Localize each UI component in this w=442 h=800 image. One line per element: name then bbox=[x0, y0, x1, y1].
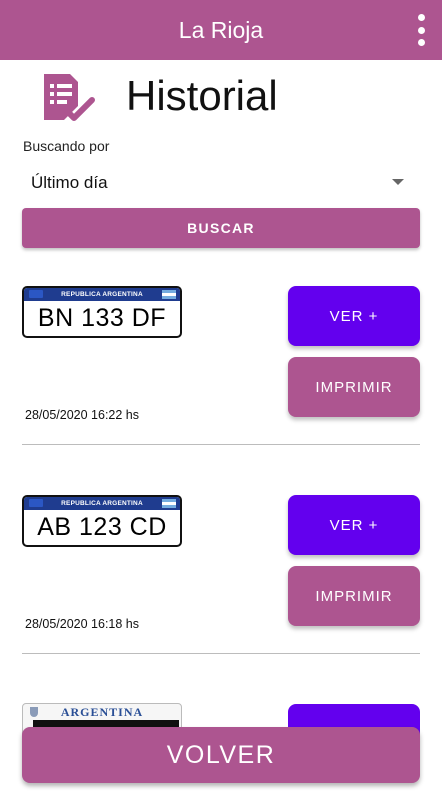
plate-country-label: ARGENTINA bbox=[60, 705, 144, 719]
argentina-flag-icon bbox=[162, 499, 176, 508]
period-select-value: Último día bbox=[31, 173, 108, 192]
plate-band: REPUBLICA ARGENTINA bbox=[24, 497, 180, 510]
print-button[interactable]: IMPRIMIR bbox=[288, 566, 420, 626]
dropdown-arrow-icon bbox=[392, 179, 404, 185]
history-entry: REPUBLICA ARGENTINA AB 123 CD 28/05/2020… bbox=[0, 495, 442, 705]
checklist-document-icon bbox=[44, 74, 95, 121]
license-plate: REPUBLICA ARGENTINA AB 123 CD bbox=[22, 495, 182, 547]
print-button[interactable]: IMPRIMIR bbox=[288, 357, 420, 417]
plate-band: REPUBLICA ARGENTINA bbox=[24, 288, 180, 301]
page-title: Historial bbox=[126, 72, 278, 119]
divider bbox=[22, 444, 420, 445]
search-button[interactable]: BUSCAR bbox=[22, 208, 420, 248]
divider bbox=[22, 653, 420, 654]
app-title: La Rioja bbox=[178, 16, 264, 43]
more-vert-icon[interactable] bbox=[414, 14, 428, 46]
entry-date: 28/05/2020 16:22 hs bbox=[25, 408, 139, 422]
plate-number: BN 133 DF bbox=[37, 304, 167, 332]
back-button[interactable]: VOLVER bbox=[22, 727, 420, 783]
mercosur-logo-icon bbox=[29, 290, 43, 298]
argentina-flag-icon bbox=[162, 290, 176, 299]
page-header: Historial bbox=[0, 62, 442, 134]
license-plate: REPUBLICA ARGENTINA BN 133 DF bbox=[22, 286, 182, 338]
entry-date: 28/05/2020 16:18 hs bbox=[25, 617, 139, 631]
app-bar: La Rioja bbox=[0, 0, 442, 60]
view-more-button[interactable]: VER + bbox=[288, 286, 420, 346]
history-entry: REPUBLICA ARGENTINA BN 133 DF 28/05/2020… bbox=[0, 286, 442, 496]
plate-number: AB 123 CD bbox=[37, 513, 167, 541]
view-more-button[interactable]: VER + bbox=[288, 495, 420, 555]
mercosur-logo-icon bbox=[29, 499, 43, 507]
search-label: Buscando por bbox=[23, 138, 110, 154]
period-select[interactable]: Último día bbox=[22, 162, 420, 202]
